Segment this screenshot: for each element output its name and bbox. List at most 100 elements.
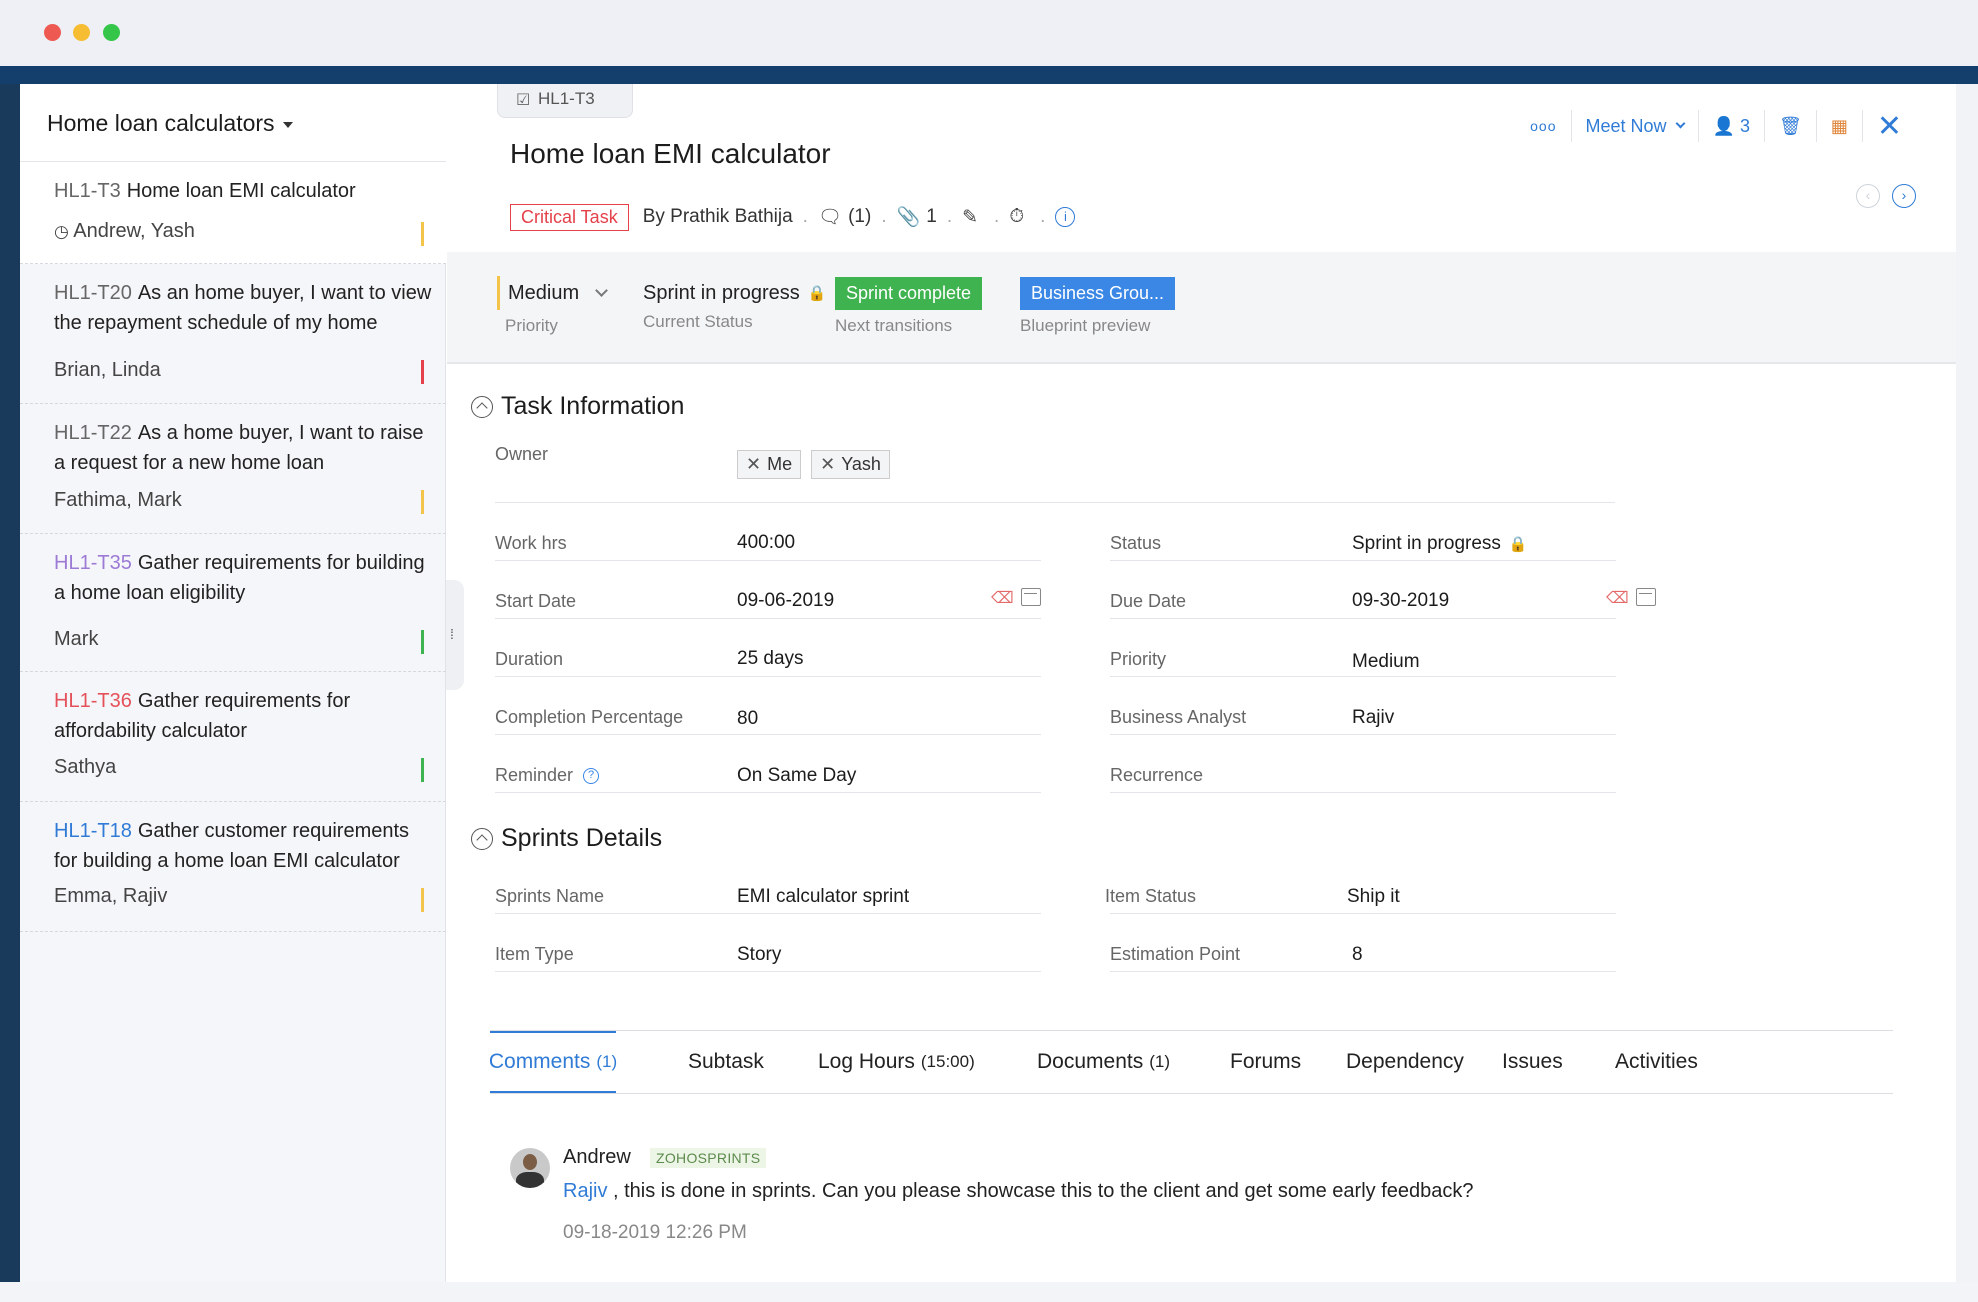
sprints-details-section[interactable]: Sprints Details [471,824,662,853]
estimation-value[interactable]: 8 [1352,944,1363,966]
list-item[interactable]: HL1-T22 As a home buyer, I want to raise … [20,404,446,534]
task-id-tab: ☑ HL1-T3 [497,84,633,118]
lock-icon: 🔒 [1508,536,1528,553]
tab-log-hours[interactable]: Log Hours (15:00) [818,1031,975,1093]
tab-issues[interactable]: Issues [1502,1031,1563,1093]
reminder-field-label: Reminder? [495,765,600,786]
owner-name: Yash [841,454,881,474]
item-status-value[interactable]: Ship it [1347,886,1400,908]
item-type-value[interactable]: Story [737,944,781,966]
next-transitions-field: Sprint complete Next transitions [835,276,983,336]
status-band: Medium Priority Sprint in progress 🔒 Curr… [447,252,1956,364]
tab-count: (15:00) [920,1052,975,1071]
list-item[interactable]: HL1-T35 Gather requirements for building … [20,534,446,672]
sprint-name-value[interactable]: EMI calculator sprint [737,886,909,908]
divider [495,618,1041,619]
clock-icon: ◷ [54,222,69,241]
previous-task-button[interactable]: ‹ [1856,184,1880,208]
more-options-icon[interactable]: ooo [1516,110,1572,142]
attachment-icon[interactable]: 📎 [897,205,921,229]
list-item[interactable]: HL1-T18 Gather customer requirements for … [20,802,446,932]
close-icon: ✕ [1876,109,1902,143]
tab-dependency[interactable]: Dependency [1346,1031,1464,1093]
tab-label: Log Hours [818,1050,915,1073]
user-icon: 👤 [1712,115,1735,136]
app-header-background [0,66,1978,84]
clear-date-icon[interactable]: ⌫ [1606,588,1629,608]
tab-activities[interactable]: Activities [1615,1031,1698,1093]
task-id: HL1-T18 [54,820,132,842]
priority-indicator [421,758,424,782]
priority-field[interactable]: Medium Priority [497,276,609,336]
calendar-icon[interactable] [1636,588,1656,606]
owner-chip[interactable]: ✕ Me [737,450,802,479]
info-icon[interactable]: i [1055,207,1076,227]
divider [495,971,1041,972]
project-selector[interactable]: Home loan calculators [47,110,293,137]
tab-documents[interactable]: Documents (1) [1037,1031,1170,1093]
divider [1110,792,1616,793]
avatar[interactable] [510,1148,550,1188]
mention-link[interactable]: Rajiv [563,1180,607,1202]
tag-icon[interactable]: ✎ [962,206,978,229]
owner-name: Me [767,454,793,474]
analyst-value[interactable]: Rajiv [1352,707,1394,729]
due-date-value[interactable]: 09-30-2019 [1352,590,1449,612]
divider [495,792,1041,793]
start-date-value[interactable]: 09-06-2019 [737,590,834,612]
help-icon[interactable]: ? [583,768,600,785]
followers-button[interactable]: 👤 3 [1699,110,1765,142]
timeline-button[interactable]: ▦ [1817,110,1863,142]
list-item[interactable]: HL1-T20 As an home buyer, I want to view … [20,264,446,404]
owner-chips: ✕ Me ✕ Yash [737,450,900,479]
work-hrs-value[interactable]: 400:00 [737,532,795,554]
blueprint-preview-button[interactable]: Business Grou... [1020,276,1176,310]
minimize-window-button[interactable] [73,24,90,41]
list-item[interactable]: HL1-T3 Home loan EMI calculator ◷ Andrew,… [20,162,446,264]
reminder-value[interactable]: On Same Day [737,765,856,787]
priority-indicator [421,222,424,246]
clear-date-icon[interactable]: ⌫ [991,588,1014,608]
remove-icon[interactable]: ✕ [820,454,835,474]
maximize-window-button[interactable] [103,24,120,41]
task-type-badge[interactable]: Critical Task [510,203,629,231]
tab-subtask[interactable]: Subtask [688,1031,764,1093]
list-item[interactable]: HL1-T36 Gather requirements for affordabi… [20,672,446,802]
duration-value[interactable]: 25 days [737,648,804,670]
chevron-down-icon [1675,118,1685,128]
timeline-icon: ▦ [1830,115,1848,136]
task-owners: Mark [54,628,99,650]
next-task-button[interactable]: › [1892,184,1916,208]
close-window-button[interactable] [44,24,61,41]
section-title: Sprints Details [501,824,663,852]
task-information-section[interactable]: Task Information [471,392,684,421]
divider [495,913,1041,914]
priority-field-value[interactable]: Medium [1352,651,1420,673]
tab-count: (1) [596,1052,618,1071]
priority-value: Medium [508,281,580,304]
task-id: HL1-T22 [54,422,132,444]
completion-value[interactable]: 80 [737,708,758,730]
calendar-icon[interactable] [1021,588,1041,606]
timer-icon[interactable]: ⏱ [1009,206,1024,228]
sprint-complete-button[interactable]: Sprint complete [835,276,983,310]
tab-forums[interactable]: Forums [1230,1031,1301,1093]
divider [1110,971,1616,972]
tab-label: Dependency [1346,1050,1464,1073]
comment-author[interactable]: Andrew [563,1146,631,1169]
comment-icon[interactable]: 🗨 [818,205,842,229]
page-title: Home loan EMI calculator [510,138,831,169]
close-button[interactable]: ✕ [1863,109,1916,143]
meet-now-label: Meet Now [1585,115,1667,136]
owner-chip[interactable]: ✕ Yash [811,450,890,479]
tab-label: Comments [488,1050,591,1073]
status-value: Sprint in progress [1352,533,1501,554]
meet-now-button[interactable]: Meet Now [1572,110,1699,142]
tab-comments[interactable]: Comments (1) [488,1031,618,1093]
divider [1110,913,1616,914]
delete-button[interactable]: 🗑 [1765,110,1817,142]
remove-icon[interactable]: ✕ [746,454,761,474]
window-titlebar [0,0,1978,66]
priority-field-label: Priority [1110,649,1167,669]
task-author: By Prathik Bathija [642,206,793,227]
